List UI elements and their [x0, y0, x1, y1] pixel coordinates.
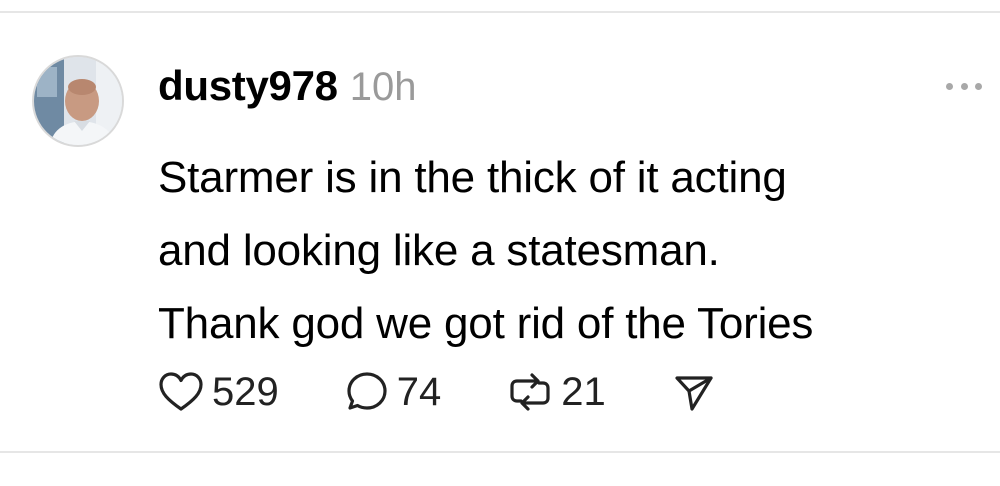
more-horizontal-icon-dot	[946, 82, 953, 90]
paper-plane-icon	[675, 376, 713, 411]
share-button[interactable]	[672, 371, 716, 413]
post-time: 10h	[349, 65, 417, 109]
post-text-line: Thank god we got rid of the Tories	[158, 299, 814, 348]
reply-count: 74	[396, 369, 442, 414]
post-text-line: and looking like a statesman.	[158, 226, 720, 275]
more-options-button[interactable]	[946, 74, 982, 98]
avatar[interactable]	[32, 55, 124, 147]
more-horizontal-icon-dot	[975, 82, 982, 90]
post-text-line: Starmer is in the thick of it acting	[158, 153, 787, 202]
username[interactable]: dusty978	[158, 62, 338, 110]
like-count: 529	[212, 369, 279, 414]
speech-bubble-icon	[347, 372, 387, 410]
bottom-divider	[0, 451, 1000, 453]
like-button[interactable]: 529	[158, 370, 279, 415]
avatar-photo	[34, 57, 122, 145]
repost-count: 21	[561, 369, 606, 414]
heart-icon	[159, 372, 203, 411]
reply-button[interactable]: 74	[345, 369, 442, 415]
post-header: dusty978 10h	[158, 62, 416, 114]
post-actions: 529 74 21	[158, 364, 716, 420]
top-divider	[0, 11, 1000, 13]
more-horizontal-icon-dot	[960, 82, 968, 90]
repost-button[interactable]: 21	[507, 370, 606, 415]
repost-icon	[510, 373, 550, 411]
post-text: Starmer is in the thick of it acting and…	[158, 141, 988, 360]
